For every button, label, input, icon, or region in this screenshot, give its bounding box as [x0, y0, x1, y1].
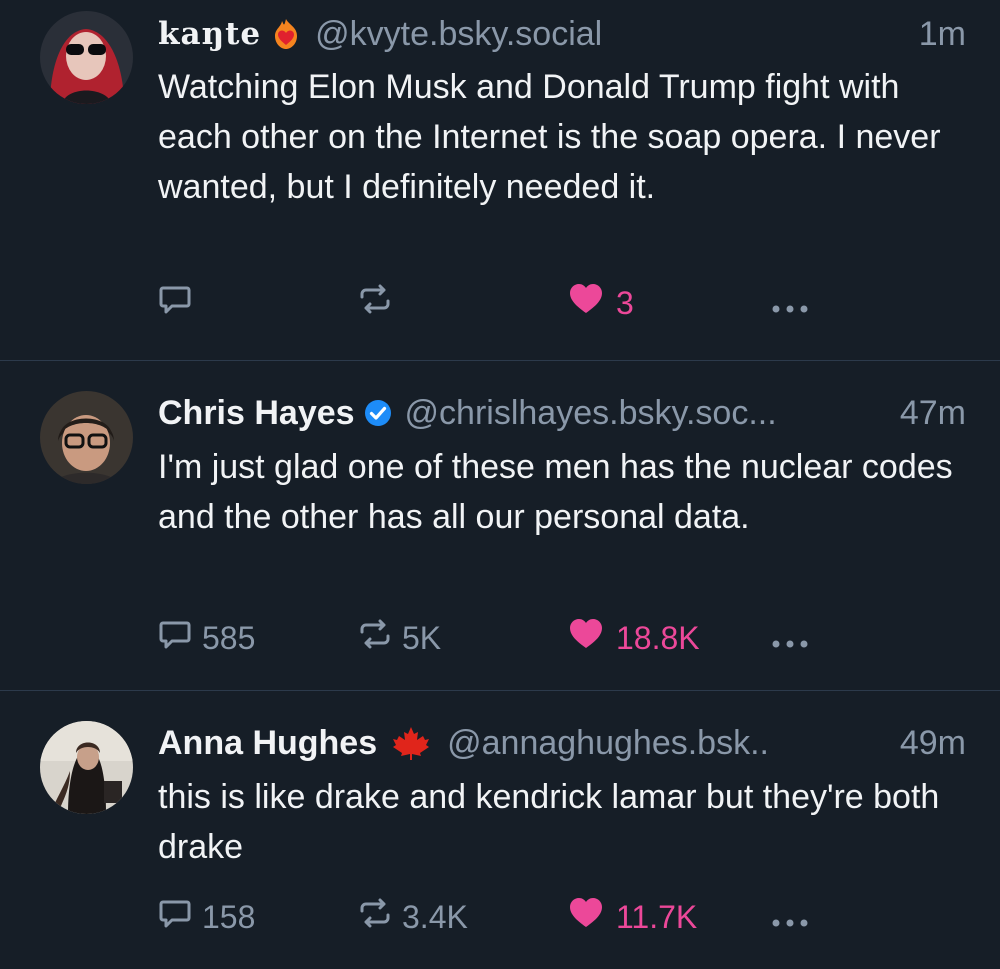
post-actions: 3 [158, 283, 838, 323]
post-text: this is like drake and kendrick lamar bu… [158, 778, 940, 866]
like-count: 3 [616, 284, 634, 321]
reply-icon [158, 282, 192, 324]
repost-button[interactable]: 3.4K [358, 897, 468, 937]
heart-filled-icon [568, 617, 604, 659]
like-count: 11.7K [616, 898, 698, 935]
post-time[interactable]: 49m [900, 724, 966, 763]
like-button[interactable]: 18.8K [568, 618, 700, 658]
avatar[interactable] [40, 391, 133, 484]
more-options-button[interactable] [770, 897, 810, 937]
post[interactable]: Anna Hughes @annaghughes.bsk.. 49m this … [0, 691, 1000, 969]
repost-count: 5K [402, 619, 442, 656]
avatar[interactable] [40, 11, 133, 104]
author-handle[interactable]: @chrislhayes.bsky.soc... [405, 394, 892, 433]
post-text: Watching Elon Musk and Donald Trump figh… [158, 68, 941, 206]
heart-on-fire-icon [269, 17, 303, 51]
author-handle[interactable]: @kvyte.bsky.social [315, 15, 911, 54]
repost-icon [358, 282, 392, 324]
more-options-button[interactable] [770, 618, 810, 658]
verified-check-icon [363, 398, 393, 428]
like-count: 18.8K [616, 619, 700, 656]
repost-count: 3.4K [402, 898, 468, 935]
post-text: I'm just glad one of these men has the n… [158, 448, 953, 536]
author-name[interactable]: Chris Hayes [158, 394, 355, 433]
more-icon [770, 620, 810, 657]
repost-icon [358, 617, 392, 659]
author-handle[interactable]: @annaghughes.bsk.. [447, 724, 892, 763]
post[interactable]: kaŋte @kvyte.bsky.social 1m Watching Elo… [0, 0, 1000, 360]
avatar[interactable] [40, 721, 133, 814]
reply-icon [158, 617, 192, 659]
author-name[interactable]: kaŋte [158, 16, 261, 52]
reply-count: 158 [202, 898, 256, 935]
reply-button[interactable]: 585 [158, 618, 255, 658]
like-button[interactable]: 3 [568, 283, 634, 323]
like-button[interactable]: 11.7K [568, 897, 697, 937]
author-name[interactable]: Anna Hughes [158, 724, 377, 763]
reply-button[interactable] [158, 283, 202, 323]
maple-leaf-icon [391, 725, 431, 761]
repost-icon [358, 896, 392, 938]
heart-filled-icon [568, 282, 604, 324]
post-header: Anna Hughes @annaghughes.bsk.. 49m [158, 721, 966, 765]
reply-count: 585 [202, 619, 256, 656]
repost-button[interactable] [358, 283, 402, 323]
post[interactable]: Chris Hayes @chrislhayes.bsky.soc... 47m… [0, 361, 1000, 690]
more-icon [770, 285, 810, 322]
post-time[interactable]: 47m [900, 394, 966, 433]
more-icon [770, 899, 810, 936]
post-actions: 158 3.4K 11.7K [158, 897, 838, 937]
post-actions: 585 5K 18.8K [158, 618, 838, 658]
reply-icon [158, 896, 192, 938]
heart-filled-icon [568, 896, 604, 938]
reply-button[interactable]: 158 [158, 897, 255, 937]
feed: kaŋte @kvyte.bsky.social 1m Watching Elo… [0, 0, 1000, 969]
post-time[interactable]: 1m [919, 15, 966, 54]
more-options-button[interactable] [770, 283, 810, 323]
post-header: kaŋte @kvyte.bsky.social 1m [158, 12, 966, 56]
post-header: Chris Hayes @chrislhayes.bsky.soc... 47m [158, 391, 966, 435]
repost-button[interactable]: 5K [358, 618, 441, 658]
